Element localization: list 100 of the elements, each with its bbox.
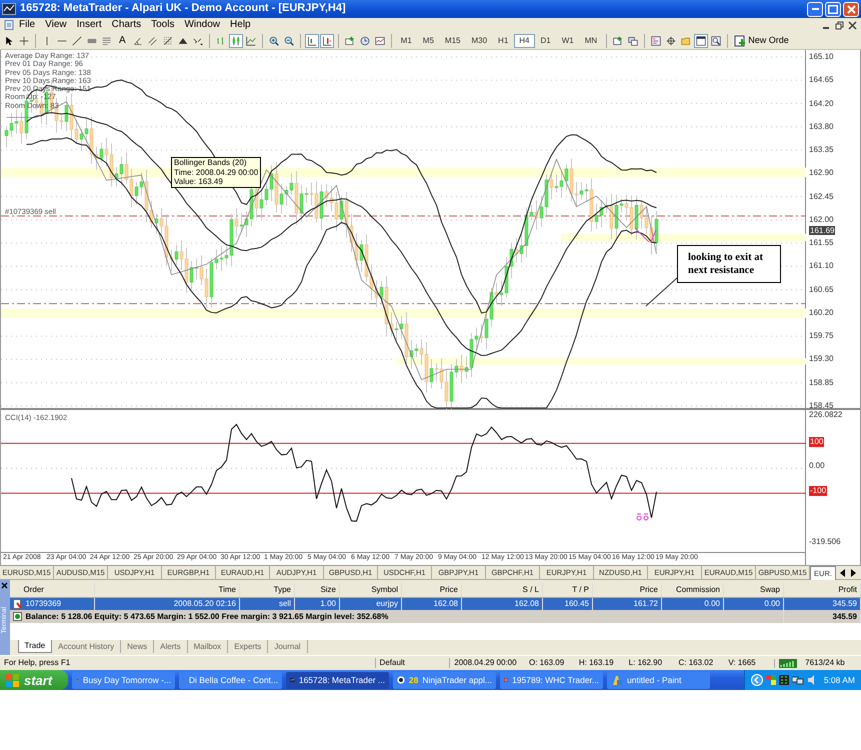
maximize-icon [828,4,838,14]
timeframe-button[interactable]: M5 [418,34,439,48]
order-row[interactable]: 10739369 2008.05.20 02:16 sell 1.00 eurjpy 162.08 162.08 160.45 161.72 0.00 0.00 345.59 [10,597,860,610]
scroll-left-icon[interactable] [839,568,846,576]
price-label: 162.90 [809,168,834,178]
menu-item[interactable]: Tools [146,19,180,31]
taskbar-button[interactable]: 195789: WHC Trader... [500,672,603,688]
trend-line-icon[interactable] [70,34,84,48]
timeframe-button[interactable]: M15 [440,34,466,48]
ninja-app-icon [397,674,405,686]
close-button[interactable] [843,2,859,16]
windows-logo-icon [6,674,20,686]
table-cell: 160.45 [542,597,592,610]
taskbar-button[interactable]: 28 NinjaTrader appl... [393,672,496,688]
terminal-tab[interactable]: Experts [228,640,268,653]
maximize-button[interactable] [825,2,841,16]
terminal-tab[interactable]: Account History [52,640,122,653]
menu-item[interactable]: Window [179,19,226,31]
market-watch-icon[interactable] [649,34,664,48]
column-header[interactable]: T / P [542,583,592,597]
column-header[interactable]: Type [240,583,294,597]
candlestick-icon[interactable] [228,34,243,48]
clock: 5:08 AM [824,674,855,686]
traffic-text: 7613/24 kb [804,658,846,668]
taskbar-button[interactable]: Busy Day Tomorrow -... [72,672,175,688]
autoscroll-icon[interactable] [320,34,334,48]
navigator-icon[interactable] [664,34,678,48]
price-label: 158.45 [809,401,834,411]
zoom-out-icon[interactable] [282,34,296,48]
terminal-icon[interactable] [694,34,708,48]
terminal-tab[interactable]: Mailbox [188,640,228,653]
menu-item[interactable]: Help [225,19,256,31]
sell-order-icon [12,598,22,609]
menu-item[interactable]: Charts [106,19,146,31]
table-cell: eurjpy [340,597,402,610]
column-header[interactable]: Symbol [340,583,402,597]
close-icon[interactable] [848,20,857,30]
column-header[interactable]: Profit [784,583,860,597]
price-label: 165.10 [809,52,834,62]
restore-icon[interactable] [835,20,844,30]
expand-icon[interactable] [750,674,763,686]
column-header[interactable]: Price [592,583,662,597]
summary-icon [12,612,22,621]
tester-icon[interactable] [709,34,724,48]
terminal-tab[interactable]: Alerts [154,640,188,653]
indicator-axis-label: 226.0822 [809,410,842,420]
text-tool-button[interactable]: A [115,36,130,46]
timeframe-button[interactable]: M30 [466,34,492,48]
menu-item[interactable]: Insert [72,19,107,31]
menu-item[interactable]: File [14,19,40,31]
terminal-tab[interactable]: News [121,640,154,653]
status-text: For Help, press F1 [3,658,72,668]
price-label: 164.65 [809,75,834,86]
column-header[interactable]: Order [10,583,94,597]
timeframe-button[interactable]: H4 [514,34,535,48]
timeframe-button[interactable]: H1 [493,34,514,48]
zoom-in-icon[interactable] [266,34,281,48]
column-header[interactable]: Price [402,583,462,597]
window-title: 165728: MetaTrader - Alpari UK - Demo Account - [EURJPY,H4] [20,2,347,16]
close-icon[interactable] [1,582,8,589]
terminal-tab[interactable]: Trade [18,640,52,653]
price-label: 162.00 [809,214,834,225]
marker-lines-drawing [634,228,656,242]
speaker-icon[interactable] [806,675,817,685]
table-cell: 0.00 [724,597,784,610]
column-header[interactable]: S / L [462,583,542,597]
timeframe-button[interactable]: MN [580,34,602,48]
table-cell: sell [240,597,294,610]
price-label: 164.20 [809,98,834,109]
network-icon[interactable] [792,675,804,685]
menu-item[interactable]: View [40,19,72,31]
timeframe-button[interactable]: W1 [556,34,579,48]
timeframe-button[interactable]: D1 [536,34,556,48]
new-order-button[interactable]: New Orde [732,34,791,46]
chart-shift-icon[interactable] [304,34,319,48]
price-label: 160.65 [809,284,834,295]
line-chart-icon[interactable] [244,34,258,48]
price-label: 163.80 [809,122,834,132]
tray-grid-icon[interactable] [778,675,789,685]
close-price: C: 163.02 [678,658,714,668]
table-cell: 161.72 [592,597,662,610]
price-label: 159.30 [809,354,834,364]
total-profit: 345.59 [784,610,860,623]
taskbar-button[interactable]: Di Bella Coffee - Cont... [179,672,282,688]
minimize-button[interactable] [807,2,823,16]
taskbar-button[interactable]: 165728: MetaTrader ... [286,672,389,688]
column-header[interactable]: Swap [724,583,784,597]
minimize-icon [812,8,818,10]
column-header[interactable]: Time [94,583,240,597]
terminal-tab[interactable]: Journal [268,640,308,653]
low-price: L: 162.90 [628,658,664,668]
column-header[interactable]: Size [294,583,340,597]
price-label: 161.55 [809,238,834,248]
crosshair-icon[interactable] [17,34,31,48]
timeframe-button[interactable]: M1 [396,34,417,48]
table-cell: 162.08 [402,597,462,610]
column-header[interactable]: Commission [662,583,724,597]
indicator-axis-label: 100 [809,436,824,447]
taskbar-button[interactable]: untitled - Paint [607,672,710,688]
scroll-right-icon[interactable] [850,568,857,576]
